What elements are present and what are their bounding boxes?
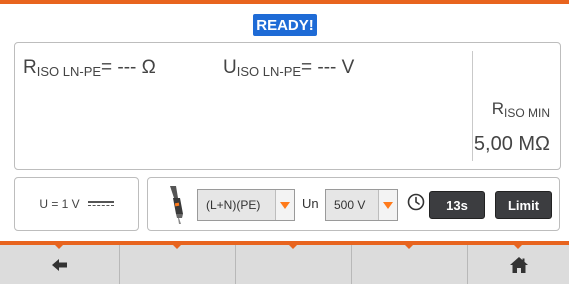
riso-min-subscript: ISO MIN xyxy=(503,106,550,120)
nav-notch xyxy=(514,245,522,249)
nominal-voltage-value: 500 V xyxy=(334,198,366,212)
riso-symbol: R xyxy=(23,57,37,78)
riso-ln-pe-reading: RISO LN-PE= --- Ω xyxy=(23,57,156,79)
wiring-configuration-value: (L+N)(PE) xyxy=(206,198,261,212)
nav-notch xyxy=(405,245,413,249)
panel-divider xyxy=(472,51,473,161)
chevron-down-icon[interactable] xyxy=(378,190,397,220)
uiso-symbol: U xyxy=(223,57,237,78)
probe-adapter-icon xyxy=(170,186,183,224)
nav-slot-2-button[interactable] xyxy=(120,245,236,284)
test-voltage-box: U = 1 V xyxy=(14,177,139,231)
wiring-configuration-select[interactable]: (L+N)(PE) xyxy=(197,189,295,221)
dc-symbol-icon xyxy=(87,200,114,208)
uiso-ln-pe-reading: UISO LN-PE= --- V xyxy=(223,57,354,79)
nav-notch xyxy=(55,245,63,249)
nav-slot-4-button[interactable] xyxy=(352,245,468,284)
measurement-settings-bar: (L+N)(PE) Un 500 V 13s Limit xyxy=(147,177,560,231)
top-accent-stripe xyxy=(0,0,569,4)
riso-subscript: ISO LN-PE xyxy=(36,64,102,79)
measurement-result-panel: RISO LN-PE= --- Ω UISO LN-PE= --- V RISO… xyxy=(14,42,561,170)
chevron-down-icon[interactable] xyxy=(275,190,294,220)
nav-notch xyxy=(173,245,181,249)
test-voltage-label: U = 1 V xyxy=(39,197,80,211)
nominal-voltage-select[interactable]: 500 V xyxy=(325,189,398,221)
riso-value: = --- Ω xyxy=(101,57,156,78)
arrow-left-icon xyxy=(51,258,67,271)
riso-min-value: 5,00 MΩ xyxy=(473,133,550,155)
uiso-subscript: ISO LN-PE xyxy=(236,64,302,79)
nav-slot-3-button[interactable] xyxy=(236,245,352,284)
riso-min-symbol: R xyxy=(491,99,504,118)
back-button[interactable] xyxy=(0,245,120,284)
uiso-value: = --- V xyxy=(301,57,355,78)
home-icon xyxy=(509,256,528,273)
clock-icon xyxy=(407,193,425,211)
home-button[interactable] xyxy=(468,245,569,284)
riso-min-label: RISO MIN xyxy=(492,99,550,120)
ready-status-badge: READY! xyxy=(253,14,317,36)
measurement-time-button[interactable]: 13s xyxy=(429,191,485,219)
nav-notch xyxy=(289,245,297,249)
limit-button[interactable]: Limit xyxy=(495,191,552,219)
nominal-voltage-label: Un xyxy=(302,196,319,211)
bottom-navigation-bar xyxy=(0,245,569,284)
